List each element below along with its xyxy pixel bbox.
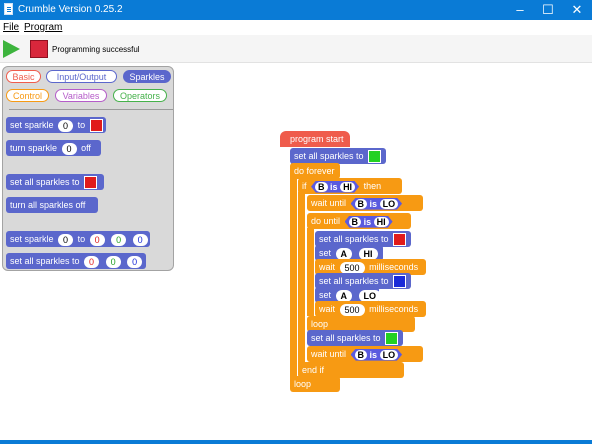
block-wait-until-lo-2[interactable]: wait until B is LO	[307, 346, 423, 362]
block-set-all-sparkles-green[interactable]: set all sparkles to	[290, 148, 386, 164]
menu-file[interactable]: File	[3, 22, 19, 33]
palette-set-all-sparkles-rgb[interactable]: set all sparkles to 0 0 0	[6, 253, 146, 269]
play-icon[interactable]	[3, 40, 20, 58]
block-loop-forever[interactable]: loop	[290, 376, 340, 392]
forever-frame	[290, 176, 297, 380]
stop-icon[interactable]	[30, 40, 48, 58]
color-swatch[interactable]	[89, 119, 103, 133]
if-frame	[298, 192, 305, 368]
color-swatch[interactable]	[385, 332, 399, 346]
category-input-output[interactable]: Input/Output	[46, 70, 117, 83]
palette-turn-sparkle-off[interactable]: turn sparkle 0 off	[6, 140, 101, 156]
title-bar: Crumble Version 0.25.2 – ☐ ✕	[0, 0, 592, 20]
category-variables[interactable]: Variables	[55, 89, 107, 102]
block-palette: Basic Input/Output Sparkles Control Vari…	[2, 66, 174, 271]
block-do-forever[interactable]: do forever	[290, 163, 340, 179]
block-wait-until-lo[interactable]: wait until B is LO	[307, 195, 423, 211]
menu-program[interactable]: Program	[24, 22, 62, 33]
color-swatch[interactable]	[393, 275, 407, 289]
palette-set-sparkle-color[interactable]: set sparkle 0 to	[6, 117, 106, 133]
category-operators[interactable]: Operators	[113, 89, 167, 102]
window-title: Crumble Version 0.25.2	[18, 4, 123, 15]
block-do-until[interactable]: do until B is HI	[307, 213, 411, 229]
app-icon	[4, 3, 13, 15]
block-if[interactable]: if B is HI then	[298, 178, 402, 194]
bottom-edge	[0, 440, 592, 444]
toolbar: Programming successful	[0, 35, 592, 63]
palette-set-all-sparkles[interactable]: set all sparkles to	[6, 174, 104, 190]
menu-bar: File Program	[0, 20, 592, 35]
category-control[interactable]: Control	[6, 89, 49, 102]
palette-divider	[9, 109, 173, 110]
category-sparkles[interactable]: Sparkles	[123, 70, 171, 83]
color-swatch[interactable]	[393, 233, 407, 247]
program-start-block[interactable]: program start	[280, 131, 350, 147]
status-text: Programming successful	[52, 45, 140, 54]
close-icon[interactable]: ✕	[560, 0, 592, 20]
block-set-all-sparkles-green-2[interactable]: set all sparkles to	[307, 330, 403, 346]
palette-set-sparkle-rgb[interactable]: set sparkle 0 to 0 0 0	[6, 231, 150, 247]
category-basic[interactable]: Basic	[6, 70, 41, 83]
color-swatch[interactable]	[368, 150, 382, 164]
palette-turn-all-sparkles-off[interactable]: turn all sparkles off	[6, 197, 98, 213]
color-swatch[interactable]	[84, 176, 98, 190]
block-wait-500-ms-2[interactable]: wait 500 milliseconds	[315, 301, 426, 317]
do-until-frame	[307, 228, 314, 316]
